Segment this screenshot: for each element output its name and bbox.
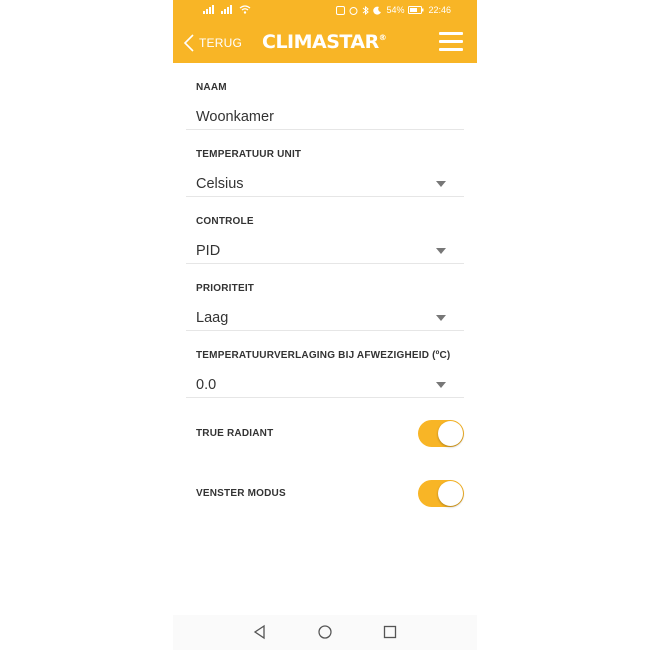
toggle-label: TRUE RADIANT bbox=[196, 428, 274, 439]
toggle-label: VENSTER MODUS bbox=[196, 488, 286, 499]
settings-form: NAAM Woonkamer TEMPERATUUR UNIT Celsius … bbox=[186, 63, 464, 518]
select-value[interactable]: 0.0 bbox=[196, 377, 216, 393]
field-label: CONTROLE bbox=[196, 216, 254, 227]
true-radiant-toggle[interactable] bbox=[418, 420, 464, 447]
nfc-icon bbox=[336, 5, 346, 15]
moon-icon bbox=[373, 6, 382, 15]
status-left bbox=[203, 5, 251, 14]
field-label: TEMPERATUURVERLAGING BIJ AFWEZIGHEID (ºC… bbox=[196, 350, 451, 361]
hamburger-menu-icon[interactable] bbox=[439, 32, 463, 52]
bluetooth-icon bbox=[363, 5, 370, 15]
system-nav-bar bbox=[173, 615, 477, 650]
dropdown-arrow-icon[interactable] bbox=[436, 315, 446, 321]
toggle-knob bbox=[438, 481, 463, 506]
climastar-logo: CLIMASTAR® bbox=[262, 31, 387, 53]
field-label: PRIORITEIT bbox=[196, 283, 255, 294]
signal-icon bbox=[203, 5, 214, 14]
control-select[interactable]: CONTROLE PID bbox=[186, 197, 464, 264]
true-radiant-row: TRUE RADIANT bbox=[186, 398, 464, 458]
logo-text: CLIMASTAR bbox=[262, 31, 379, 53]
field-label: TEMPERATUUR UNIT bbox=[196, 149, 302, 160]
signal-icon bbox=[221, 5, 232, 14]
name-field[interactable]: NAAM Woonkamer bbox=[186, 63, 464, 130]
logo-registered-mark: ® bbox=[378, 33, 387, 42]
temperature-unit-select[interactable]: TEMPERATUUR UNIT Celsius bbox=[186, 130, 464, 197]
battery-icon bbox=[408, 6, 424, 14]
dropdown-arrow-icon[interactable] bbox=[436, 382, 446, 388]
absence-setback-select[interactable]: TEMPERATUURVERLAGING BIJ AFWEZIGHEID (ºC… bbox=[186, 331, 464, 398]
nav-back-icon[interactable] bbox=[252, 624, 268, 640]
nav-home-icon[interactable] bbox=[317, 624, 333, 640]
toggle-knob bbox=[438, 421, 463, 446]
chevron-left-icon bbox=[183, 34, 194, 52]
battery-percent: 54% bbox=[386, 5, 405, 15]
priority-select[interactable]: PRIORITEIT Laag bbox=[186, 264, 464, 331]
window-mode-row: VENSTER MODUS bbox=[186, 458, 464, 518]
alarm-icon bbox=[349, 6, 358, 15]
select-value[interactable]: PID bbox=[196, 243, 220, 259]
select-value[interactable]: Celsius bbox=[196, 176, 244, 192]
status-right: 54% 22:46 bbox=[336, 5, 451, 15]
field-label: NAAM bbox=[196, 82, 227, 93]
back-label: TERUG bbox=[199, 36, 242, 50]
app-bar: TERUG CLIMASTAR® bbox=[173, 22, 477, 63]
nav-recents-icon[interactable] bbox=[382, 624, 398, 640]
clock: 22:46 bbox=[428, 5, 451, 15]
window-mode-toggle[interactable] bbox=[418, 480, 464, 507]
status-bar: 54% 22:46 bbox=[173, 0, 477, 22]
select-value[interactable]: Laag bbox=[196, 310, 228, 326]
back-button[interactable]: TERUG bbox=[183, 34, 242, 52]
dropdown-arrow-icon[interactable] bbox=[436, 248, 446, 254]
phone-screen: 54% 22:46 TERUG CLIMASTAR® NAAM Woonkame… bbox=[173, 0, 477, 650]
name-input[interactable]: Woonkamer bbox=[196, 109, 274, 125]
wifi-icon bbox=[239, 5, 251, 14]
dropdown-arrow-icon[interactable] bbox=[436, 181, 446, 187]
